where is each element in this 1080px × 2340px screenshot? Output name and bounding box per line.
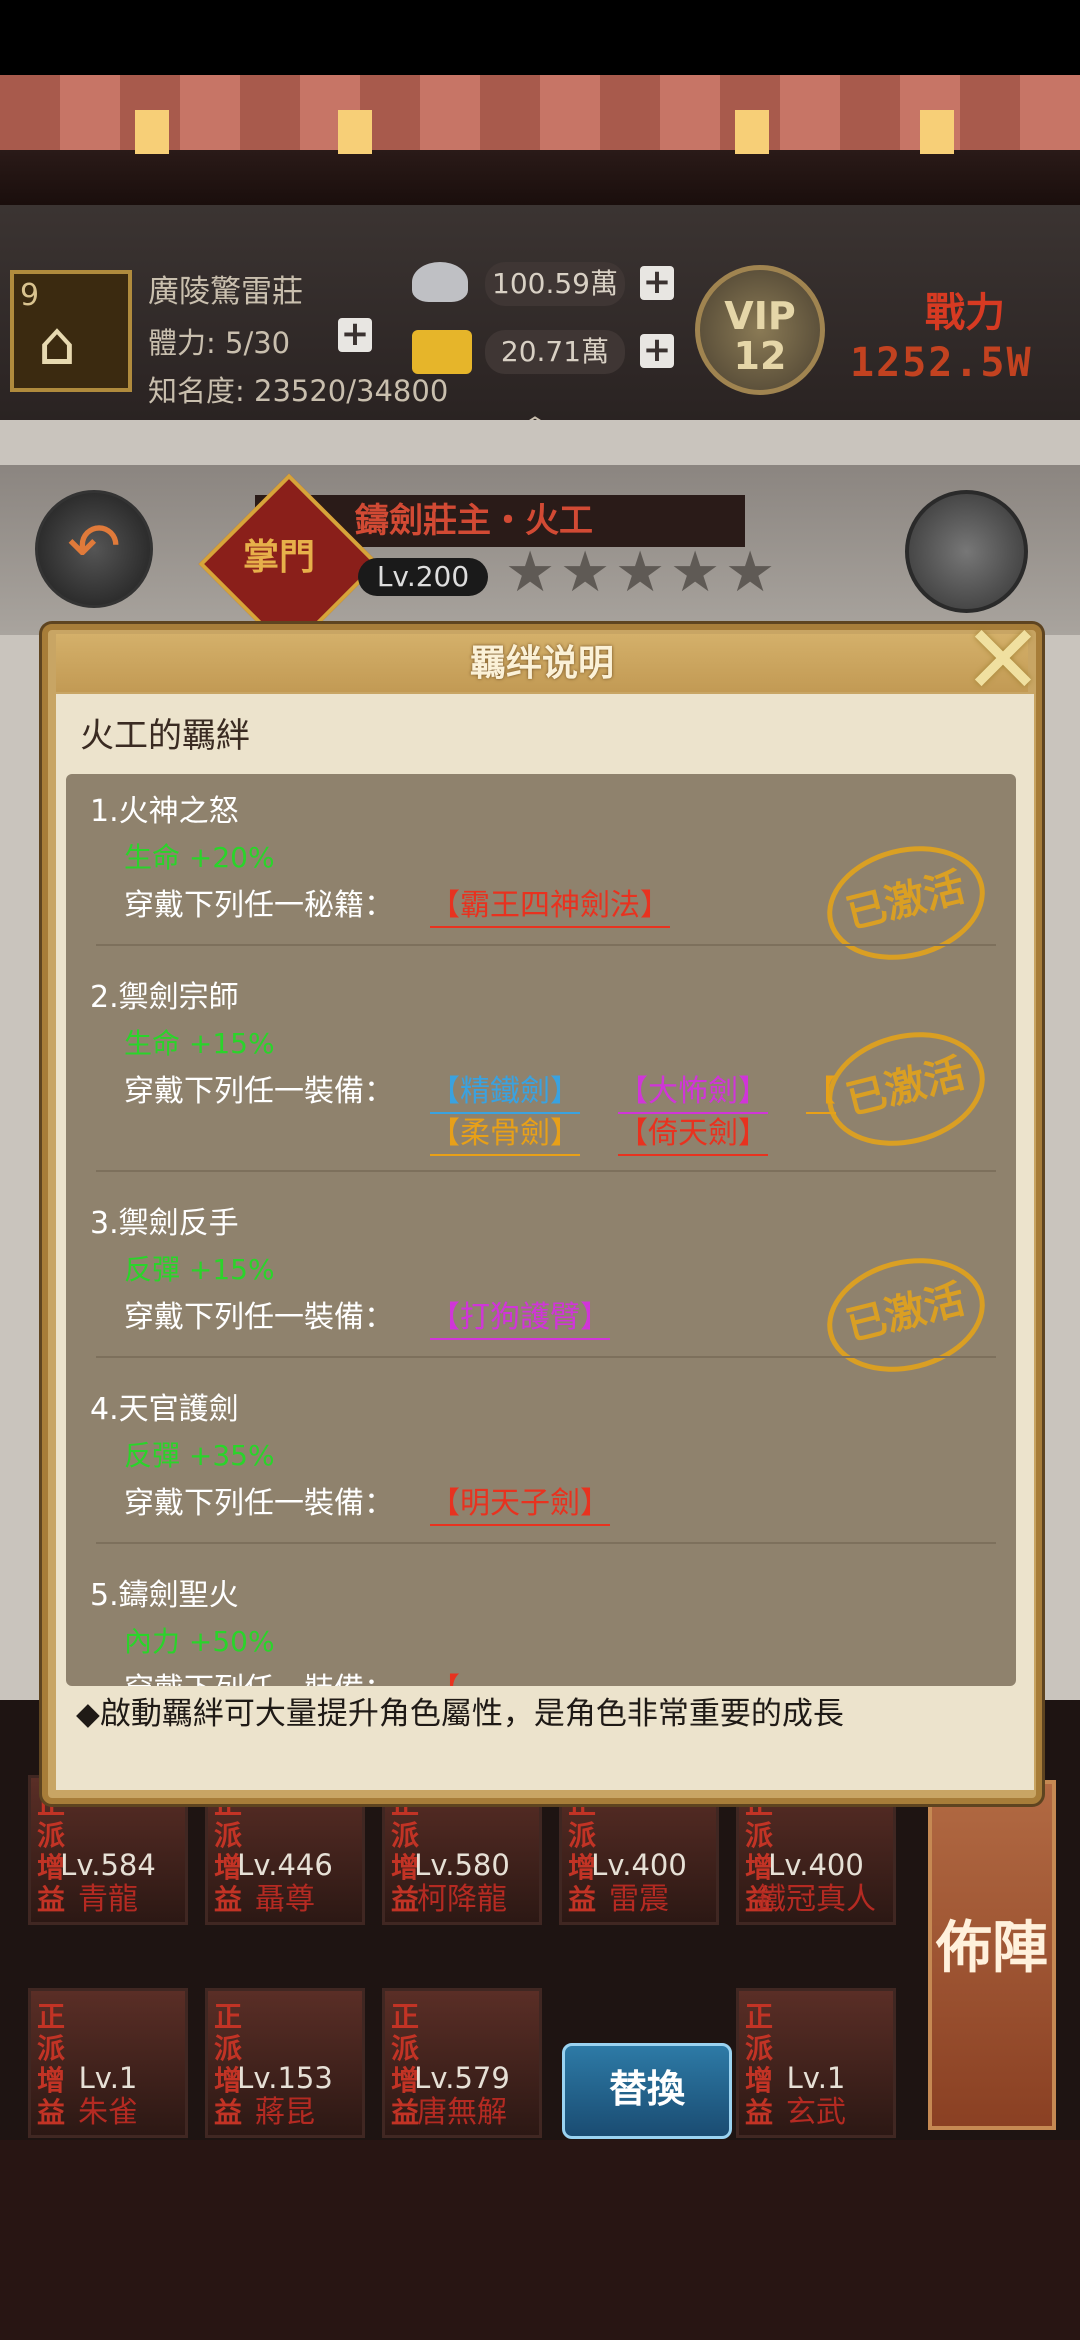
vip-level: 12: [733, 334, 787, 378]
bond-item[interactable]: 【打狗護臂】: [430, 1292, 610, 1340]
lantern-icon: [735, 110, 769, 154]
hero-card[interactable]: 正派增益 Lv.1 玄武: [736, 1988, 896, 2138]
hero-card-name: 唐無解: [417, 2095, 507, 2130]
bond-title: 2.禦劍宗師: [90, 980, 239, 1015]
silver-amount: 100.59萬: [485, 262, 625, 306]
add-silver-button[interactable]: +: [640, 265, 674, 300]
silver-icon: [412, 262, 468, 302]
bond-item[interactable]: 【霸王四神劍法】: [430, 880, 670, 928]
bond-requirement: 穿戴下列任一裝備：: [124, 1300, 394, 1335]
bond-heading: 火工的羈絆: [80, 716, 250, 756]
player-avatar[interactable]: 9 ⌂: [10, 270, 132, 392]
bond-divider: [96, 1170, 996, 1172]
fame-text: 知名度: 23520/34800: [148, 374, 449, 408]
hero-card[interactable]: 正派增益 Lv.153 蔣昆: [205, 1988, 365, 2138]
bond-bonus: 反彈 +15%: [124, 1253, 275, 1286]
gold-amount: 20.71萬: [485, 330, 625, 374]
activated-stamp: 已激活: [815, 1242, 997, 1388]
bond-requirement: 穿戴下列任一裝備：: [124, 1664, 394, 1686]
star-icon: ★: [670, 540, 721, 605]
hero-card-name: 雷震: [609, 1882, 669, 1917]
bond-item[interactable]: 【: [430, 1664, 460, 1686]
hero-card[interactable]: 正派增益 Lv.579 唐無解: [382, 1988, 542, 2138]
power-value: 1252.5W: [850, 340, 1033, 386]
star-icon: ★: [505, 540, 556, 605]
bond-divider: [96, 944, 996, 946]
lantern-icon: [920, 110, 954, 154]
sect-badge-label: 掌門: [243, 537, 316, 578]
bond-item[interactable]: 【倚天劍】: [618, 1108, 768, 1156]
close-button[interactable]: ✕: [955, 612, 1051, 708]
bond-requirement: 穿戴下列任一裝備：: [124, 1486, 394, 1521]
hero-card-name: 青龍: [78, 1882, 138, 1917]
activated-stamp: 已激活: [815, 830, 997, 976]
lantern-icon: [135, 110, 169, 154]
add-gold-button[interactable]: +: [640, 333, 674, 368]
bond-divider: [96, 1356, 996, 1358]
bond-item[interactable]: 【明天子劍】: [430, 1478, 610, 1526]
back-button[interactable]: ↶: [35, 490, 153, 608]
player-name: 廣陵驚雷莊: [148, 274, 303, 310]
back-arrow-icon: ↶: [67, 510, 121, 584]
bond-list[interactable]: 1.火神之怒 生命 +20% 穿戴下列任一秘籍： 【霸王四神劍法】 已激活 2.禦劍宗師生…: [66, 774, 1016, 1686]
bond-item[interactable]: 【柔骨劍】: [430, 1108, 580, 1156]
hero-card-name: 蔣昆: [255, 2095, 315, 2130]
lantern-icon: [338, 110, 372, 154]
hero-card-name: 柯降龍: [417, 1882, 507, 1917]
player-level: 9: [20, 278, 40, 313]
deploy-label: 佈陣: [936, 1916, 1048, 1981]
gold-icon: [412, 330, 472, 374]
vip-badge[interactable]: VIP 12: [695, 265, 825, 395]
hero-card-name: 玄武: [786, 2095, 846, 2130]
bond-title: 3.禦劍反手: [90, 1206, 239, 1241]
bond-bonus: 內力 +50%: [124, 1625, 275, 1658]
hero-card-name: 鐵冠真人: [756, 1882, 876, 1917]
bond-bonus: 反彈 +35%: [124, 1439, 275, 1472]
bond-tip: ◆啟動羈絆可大量提升角色屬性，是角色非常重要的成長: [76, 1696, 844, 1732]
bond-bonus: 生命 +15%: [124, 1027, 275, 1060]
bond-item[interactable]: 【精鐵劍】: [430, 1066, 580, 1114]
stamina-text: 體力: 5/30: [148, 326, 291, 360]
activated-stamp: 已激活: [815, 1016, 997, 1162]
status-bar: [0, 0, 1080, 75]
bond-requirement: 穿戴下列任一秘籍：: [124, 888, 394, 923]
star-icon: ★: [725, 540, 776, 605]
star-icon: ★: [560, 540, 611, 605]
bond-title: 5.鑄劍聖火: [90, 1578, 239, 1613]
hero-card-name: 朱雀: [78, 2095, 138, 2130]
deploy-button[interactable]: 佈陣: [928, 1780, 1056, 2130]
hero-card[interactable]: 正派增益 Lv.1 朱雀: [28, 1988, 188, 2138]
character-portrait-button[interactable]: [905, 490, 1028, 613]
swap-button[interactable]: 替換: [562, 2043, 732, 2139]
vip-label: VIP: [724, 294, 796, 338]
hero-card-name: 聶尊: [255, 1882, 315, 1917]
house-icon: ⌂: [38, 309, 77, 379]
bond-divider: [96, 1542, 996, 1544]
bond-bonus: 生命 +20%: [124, 841, 275, 874]
bond-title: 1.火神之怒: [90, 794, 239, 829]
bond-item[interactable]: 【大怖劍】: [618, 1066, 768, 1114]
power-label: 戰力: [925, 290, 1005, 336]
bond-title: 4.天官護劍: [90, 1392, 239, 1427]
add-stamina-button[interactable]: +: [338, 317, 372, 352]
hero-level: Lv.200: [358, 558, 488, 596]
star-icon: ★: [615, 540, 666, 605]
bottom-decoration: [0, 2140, 1080, 2340]
bond-requirement: 穿戴下列任一裝備：: [124, 1074, 394, 1109]
roof-beam: [0, 150, 1080, 205]
dialog-title: 羈绊说明: [469, 643, 614, 684]
